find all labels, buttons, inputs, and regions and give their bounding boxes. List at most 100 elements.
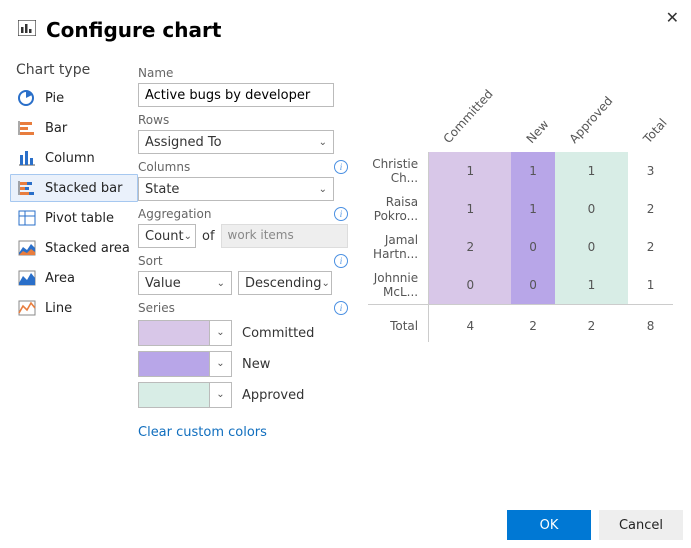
series-name: New: [242, 357, 270, 372]
chart-type-label: Column: [45, 151, 95, 166]
of-value: work items: [221, 224, 348, 248]
cell: 1: [429, 152, 512, 190]
column-icon: [17, 149, 37, 167]
of-label: of: [202, 229, 215, 244]
chart-type-list: Chart type Pie Bar Column Stacked bar: [10, 54, 138, 440]
color-swatch: [139, 383, 209, 407]
chevron-down-icon: ⌄: [319, 137, 327, 148]
cell: 0: [511, 228, 554, 266]
table-total-row: Total 4 2 2 8: [368, 304, 673, 342]
cell: 0: [511, 266, 554, 304]
chart-type-label: Pie: [45, 91, 64, 106]
bar-icon: [17, 119, 37, 137]
chart-type-label: Bar: [45, 121, 67, 136]
sort-by-select[interactable]: Value ⌄: [138, 271, 232, 295]
table-row: Johnnie McL... 0 0 1 1: [368, 266, 673, 304]
chart-type-stacked-bar[interactable]: Stacked bar: [10, 174, 138, 202]
chart-icon: [18, 20, 36, 40]
cell-total: 1: [628, 266, 673, 304]
chart-type-label: Area: [45, 271, 75, 286]
columns-value: State: [145, 182, 179, 197]
cell-total: 8: [628, 304, 673, 342]
chart-type-column[interactable]: Column: [10, 144, 138, 172]
rows-select[interactable]: Assigned To ⌄: [138, 130, 334, 154]
cell: 1: [555, 266, 629, 304]
chart-type-label: Line: [45, 301, 72, 316]
chevron-down-icon: ⌄: [217, 278, 225, 289]
chart-preview: Committed New Approved Total Christie Ch…: [348, 54, 673, 440]
info-icon[interactable]: i: [334, 207, 348, 221]
rows-label: Rows: [138, 113, 348, 127]
chart-type-label: Stacked bar: [45, 181, 122, 196]
cell: 1: [429, 190, 512, 228]
stacked-area-icon: [17, 239, 37, 257]
name-label: Name: [138, 66, 348, 80]
aggregation-value: Count: [145, 229, 184, 244]
table-row: Raisa Pokro... 1 1 0 2: [368, 190, 673, 228]
series-label: Series: [138, 301, 175, 315]
cell-total: 2: [511, 304, 554, 342]
cell-total: 4: [429, 304, 512, 342]
sort-direction-select[interactable]: Descending ⌄: [238, 271, 332, 295]
chart-type-pie[interactable]: Pie: [10, 84, 138, 112]
cell: 1: [511, 152, 554, 190]
cell: 1: [511, 190, 554, 228]
cell-total: 2: [628, 228, 673, 266]
sort-direction-value: Descending: [245, 276, 322, 291]
chart-type-line[interactable]: Line: [10, 294, 138, 322]
info-icon[interactable]: i: [334, 160, 348, 174]
clear-custom-colors-link[interactable]: Clear custom colors: [138, 425, 267, 440]
row-header: Jamal Hartn...: [368, 228, 429, 266]
cell-total: 2: [555, 304, 629, 342]
chart-type-stacked-area[interactable]: Stacked area: [10, 234, 138, 262]
chart-type-area[interactable]: Area: [10, 264, 138, 292]
aggregation-select[interactable]: Count ⌄: [138, 224, 196, 248]
sort-label: Sort: [138, 254, 163, 268]
series-color-approved[interactable]: ⌄: [138, 382, 232, 408]
cell: 0: [555, 228, 629, 266]
aggregation-label: Aggregation: [138, 207, 211, 221]
ok-button[interactable]: OK: [507, 510, 591, 540]
chevron-down-icon: ⌄: [319, 184, 327, 195]
series-name: Committed: [242, 326, 314, 341]
row-header: Johnnie McL...: [368, 266, 429, 304]
chart-type-pivot-table[interactable]: Pivot table: [10, 204, 138, 232]
info-icon[interactable]: i: [334, 301, 348, 315]
chevron-down-icon: ⌄: [209, 383, 231, 407]
chart-type-label: Pivot table: [45, 211, 114, 226]
series-color-new[interactable]: ⌄: [138, 351, 232, 377]
chart-type-bar[interactable]: Bar: [10, 114, 138, 142]
table-row: Jamal Hartn... 2 0 0 2: [368, 228, 673, 266]
stacked-bar-icon: [17, 179, 37, 197]
chevron-down-icon: ⌄: [209, 352, 231, 376]
cell: 0: [555, 190, 629, 228]
pivot-table-preview: Committed New Approved Total Christie Ch…: [368, 94, 673, 342]
chevron-down-icon: ⌄: [322, 278, 330, 289]
cell-total: 3: [628, 152, 673, 190]
chart-type-heading: Chart type: [16, 62, 138, 78]
name-input[interactable]: [138, 83, 334, 107]
cell-total: 2: [628, 190, 673, 228]
close-icon[interactable]: ✕: [662, 4, 683, 31]
sort-by-value: Value: [145, 276, 181, 291]
cancel-button[interactable]: Cancel: [599, 510, 683, 540]
rows-value: Assigned To: [145, 135, 222, 150]
col-header: Committed: [440, 87, 495, 146]
line-icon: [17, 299, 37, 317]
info-icon[interactable]: i: [334, 254, 348, 268]
pivot-table-icon: [17, 209, 37, 227]
pie-icon: [17, 89, 37, 107]
color-swatch: [139, 352, 209, 376]
chevron-down-icon: ⌄: [184, 231, 192, 242]
columns-select[interactable]: State ⌄: [138, 177, 334, 201]
series-name: Approved: [242, 388, 304, 403]
dialog-title: Configure chart: [46, 18, 221, 42]
area-icon: [17, 269, 37, 287]
series-color-committed[interactable]: ⌄: [138, 320, 232, 346]
cell: 2: [429, 228, 512, 266]
table-row: Christie Ch... 1 1 1 3: [368, 152, 673, 190]
columns-label: Columns: [138, 160, 190, 174]
col-header: Total: [640, 116, 669, 146]
cell: 0: [429, 266, 512, 304]
col-header: New: [524, 117, 552, 146]
